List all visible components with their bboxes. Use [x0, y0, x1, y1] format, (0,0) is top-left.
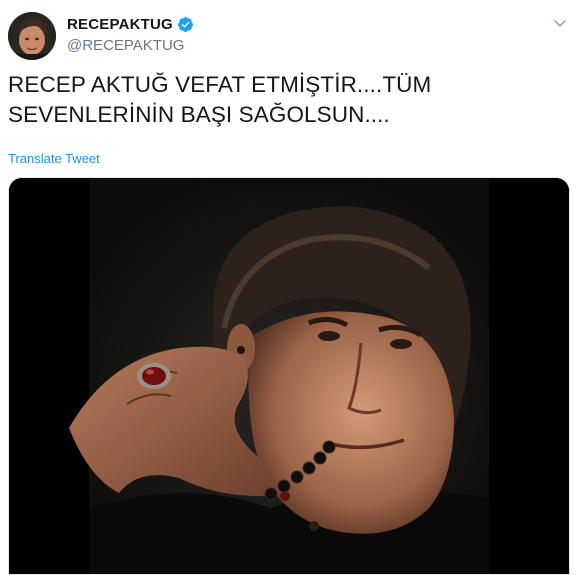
tweet-media-photo[interactable] — [8, 177, 570, 575]
translate-tweet-link[interactable]: Translate Tweet — [8, 151, 100, 166]
portrait-photo-icon — [9, 178, 569, 574]
tweet-card: RECEPAKTUG @RECEPAKTUG RECEP AKTUĞ VEFAT… — [0, 0, 583, 575]
tweet-text: RECEP AKTUĞ VEFAT ETMİŞTİR....TÜM SEVENL… — [8, 72, 438, 127]
verified-badge-icon — [177, 16, 194, 33]
avatar[interactable] — [8, 12, 56, 60]
chevron-down-icon[interactable] — [551, 14, 569, 32]
user-handle[interactable]: @RECEPAKTUG — [67, 37, 184, 54]
profile-photo-icon — [8, 12, 56, 60]
author-name-row[interactable]: RECEPAKTUG — [67, 16, 194, 33]
display-name[interactable]: RECEPAKTUG — [67, 16, 173, 33]
